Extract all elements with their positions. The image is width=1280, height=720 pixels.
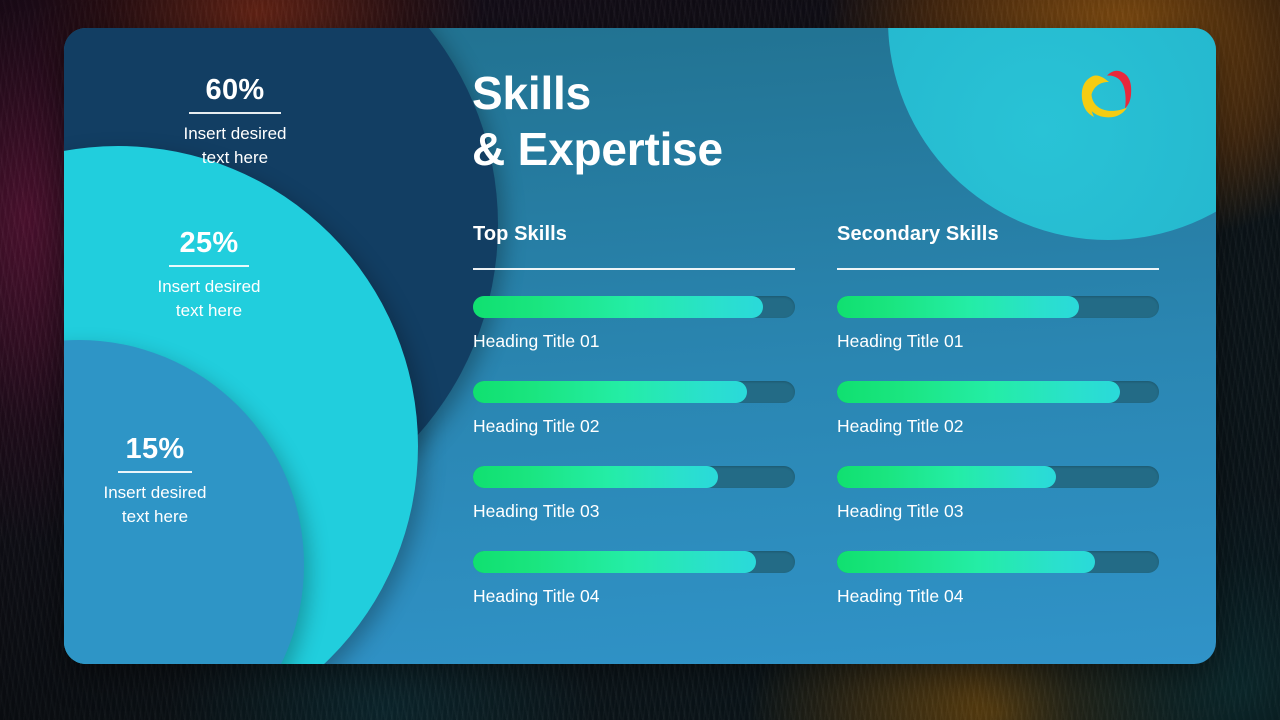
stat-block-2: 25% Insert desired text here	[104, 228, 314, 323]
stat-text-1-line2: text here	[201, 148, 269, 168]
logo-yellow-arc-bottom	[1087, 93, 1127, 118]
progress-track[interactable]	[837, 380, 1159, 403]
column-top-skills: Top Skills Heading Title 01 Heading Titl…	[473, 223, 795, 636]
brand-logo-icon	[1074, 62, 1138, 126]
stat-percent-1: 60%	[205, 74, 265, 106]
skill-label: Heading Title 01	[837, 330, 964, 351]
progress-fill	[473, 295, 763, 318]
progress-track[interactable]	[473, 550, 795, 573]
skill-item: Heading Title 04	[837, 550, 1159, 607]
stat-percent-3: 15%	[125, 433, 185, 465]
skill-item: Heading Title 02	[473, 380, 795, 437]
progress-track[interactable]	[473, 295, 795, 318]
stat-text-2-line2: text here	[175, 301, 243, 321]
stat-percent-2: 25%	[179, 227, 239, 259]
stat-divider-2	[169, 265, 249, 267]
column-heading-secondary-skills: Secondary Skills	[837, 223, 999, 245]
stat-divider-3	[118, 471, 192, 473]
logo-red-arc	[1107, 70, 1132, 109]
stat-divider-1	[189, 112, 281, 114]
stat-text-2-line1: Insert desired	[157, 276, 261, 296]
progress-fill	[837, 550, 1095, 573]
stat-text-1-line1: Insert desired	[183, 123, 287, 143]
bar-list-secondary-skills: Heading Title 01 Heading Title 02 Headin…	[837, 295, 1159, 607]
progress-track[interactable]	[473, 465, 795, 488]
slide-card: 60% Insert desired text here 25% Insert …	[64, 28, 1216, 664]
progress-fill	[473, 380, 747, 403]
skill-item: Heading Title 02	[837, 380, 1159, 437]
skill-label: Heading Title 02	[473, 415, 600, 436]
progress-fill	[837, 295, 1079, 318]
stat-block-1: 60% Insert desired text here	[130, 75, 340, 170]
progress-track[interactable]	[837, 295, 1159, 318]
skill-label: Heading Title 03	[837, 500, 964, 521]
corner-arc-decoration	[888, 28, 1216, 240]
progress-track[interactable]	[837, 550, 1159, 573]
progress-fill	[837, 380, 1121, 403]
skill-label: Heading Title 02	[837, 415, 964, 436]
progress-fill	[473, 550, 757, 573]
column-heading-top-skills: Top Skills	[473, 223, 567, 245]
skill-item: Heading Title 01	[473, 295, 795, 352]
column-secondary-skills: Secondary Skills Heading Title 01 Headin…	[837, 223, 1159, 636]
slide-title: Skills & Expertise	[472, 65, 723, 177]
skill-item: Heading Title 03	[473, 465, 795, 522]
stat-text-1: Insert desired text here	[130, 122, 340, 170]
progress-fill	[473, 465, 718, 488]
skill-item: Heading Title 01	[837, 295, 1159, 352]
stat-block-3: 15% Insert desired text here	[64, 434, 260, 529]
skill-label: Heading Title 04	[837, 585, 964, 606]
column-divider-top-skills	[473, 268, 795, 270]
skill-label: Heading Title 01	[473, 330, 600, 351]
column-divider-secondary-skills	[837, 268, 1159, 270]
slide-title-line2: & Expertise	[472, 123, 723, 176]
progress-fill	[837, 465, 1056, 488]
stat-text-3: Insert desired text here	[64, 481, 260, 529]
progress-track[interactable]	[473, 380, 795, 403]
skill-label: Heading Title 03	[473, 500, 600, 521]
skill-item: Heading Title 03	[837, 465, 1159, 522]
skill-label: Heading Title 04	[473, 585, 600, 606]
stat-text-3-line1: Insert desired	[103, 482, 207, 502]
skill-item: Heading Title 04	[473, 550, 795, 607]
bar-list-top-skills: Heading Title 01 Heading Title 02 Headin…	[473, 295, 795, 607]
progress-track[interactable]	[837, 465, 1159, 488]
stat-text-2: Insert desired text here	[104, 275, 314, 323]
slide-title-line1: Skills	[472, 67, 591, 119]
stat-text-3-line2: text here	[121, 507, 189, 527]
